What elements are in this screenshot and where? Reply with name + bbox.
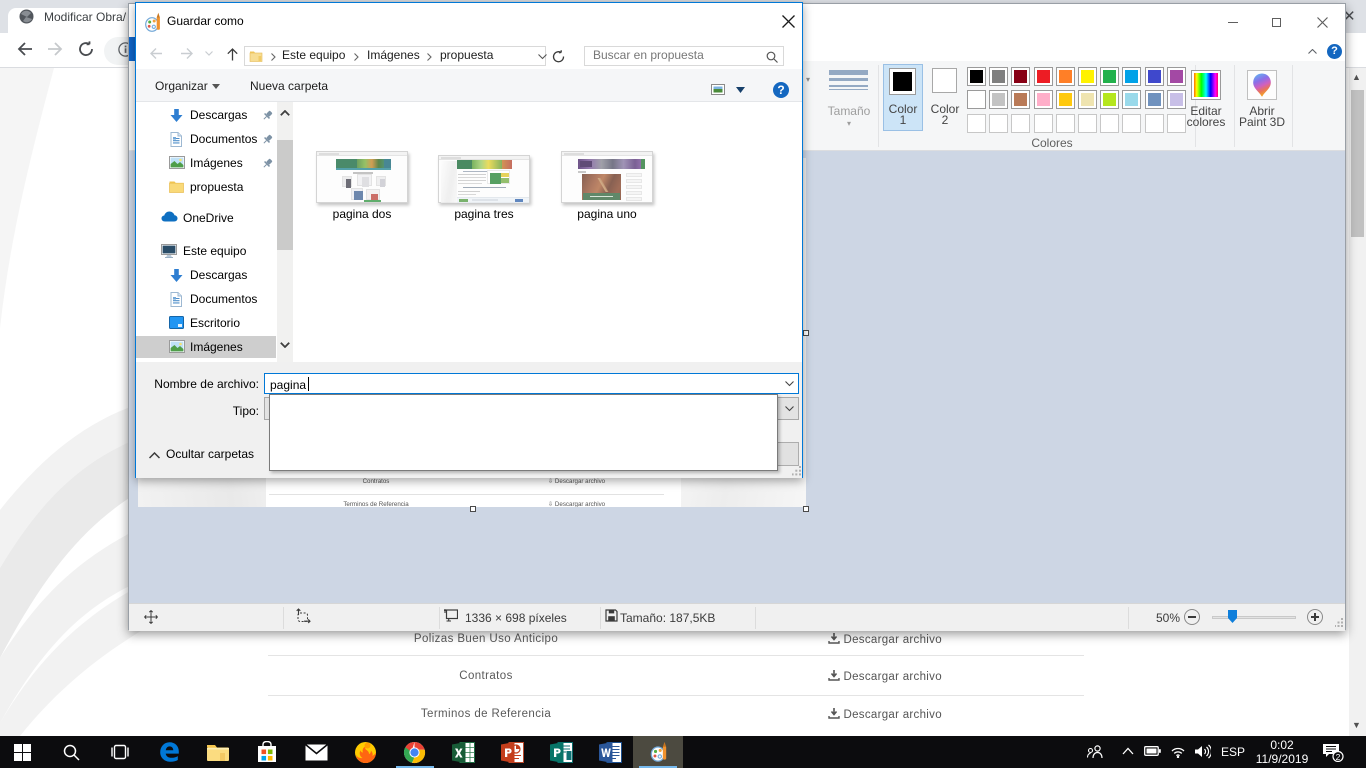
svg-text:2: 2 <box>1336 752 1341 762</box>
